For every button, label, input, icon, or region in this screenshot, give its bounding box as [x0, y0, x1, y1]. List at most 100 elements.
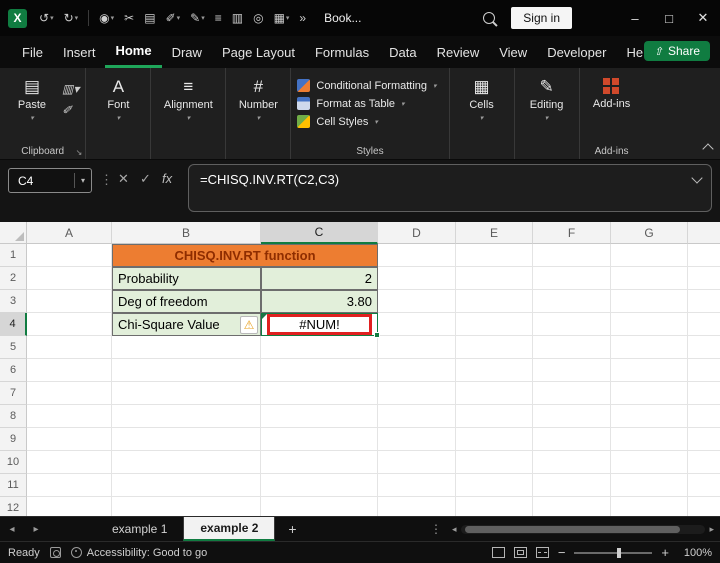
tab-file[interactable]: File: [12, 36, 53, 68]
paste-qat-button[interactable]: ▥: [228, 8, 247, 28]
search-icon[interactable]: [483, 12, 496, 24]
tab-draw[interactable]: Draw: [162, 36, 212, 68]
cell-b4[interactable]: Chi-Square Value ⚠: [112, 313, 261, 336]
touch-mode-button[interactable]: ◉ ▾: [95, 8, 118, 28]
macro-record-icon[interactable]: [49, 547, 61, 558]
sheet-tab-example-1[interactable]: example 1: [96, 517, 183, 541]
share-button[interactable]: ⇧ Share: [643, 41, 710, 61]
name-box[interactable]: C4 ▾: [8, 168, 92, 193]
add-sheet-button[interactable]: +: [275, 517, 309, 541]
sheet-nav-left-icon[interactable]: ◂: [0, 517, 24, 541]
row-header-12[interactable]: 12: [0, 497, 27, 516]
alignment-group-button[interactable]: ≡ Alignment ▾: [157, 74, 219, 143]
zoom-slider-thumb[interactable]: [616, 547, 621, 558]
format-painter-icon[interactable]: ✐: [62, 103, 79, 117]
cell-b1-title[interactable]: CHISQ.INV.RT function: [112, 244, 378, 267]
tab-review[interactable]: Review: [427, 36, 490, 68]
tab-page-layout[interactable]: Page Layout: [212, 36, 305, 68]
row-header-6[interactable]: 6: [0, 359, 27, 382]
zoom-out-button[interactable]: −: [558, 545, 566, 560]
cell-c3[interactable]: 3.80: [261, 290, 378, 313]
row-header-5[interactable]: 5: [0, 336, 27, 359]
row-header-1[interactable]: 1: [0, 244, 27, 267]
sheet-tab-example-2[interactable]: example 2: [183, 517, 276, 541]
copy-button[interactable]: ▤: [140, 8, 159, 28]
redo-button[interactable]: ↻ ▾: [60, 8, 83, 28]
cell-b3[interactable]: Deg of freedom: [112, 290, 261, 313]
cells-area[interactable]: CHISQ.INV.RT function Probability 2 Deg …: [27, 244, 720, 516]
row-header-8[interactable]: 8: [0, 405, 27, 428]
page-break-view-icon[interactable]: [535, 547, 549, 558]
maximize-button[interactable]: □: [652, 0, 686, 36]
insert-function-button[interactable]: fx: [162, 171, 172, 186]
format-painter-button[interactable]: ✐ ▾: [162, 8, 185, 28]
tab-view[interactable]: View: [489, 36, 537, 68]
column-header-e[interactable]: E: [456, 222, 533, 244]
collapse-ribbon-chevron-icon[interactable]: [702, 143, 714, 155]
normal-view-icon[interactable]: [491, 547, 505, 558]
addins-button[interactable]: Add-ins: [586, 74, 638, 143]
format-as-table-button[interactable]: Format as Table ▾: [297, 97, 436, 110]
clipboard-dialog-launcher[interactable]: ↘: [76, 148, 83, 157]
paste-special-icon[interactable]: ▥▾: [62, 82, 79, 96]
sign-in-button[interactable]: Sign in: [511, 7, 572, 29]
paste-button[interactable]: ▤ Paste ▾: [6, 74, 58, 143]
zoom-slider[interactable]: [574, 547, 653, 558]
column-header-b[interactable]: B: [112, 222, 261, 244]
row-header-10[interactable]: 10: [0, 451, 27, 474]
editing-group-button[interactable]: ✎ Editing ▾: [521, 74, 573, 143]
expand-formula-bar-chevron-icon[interactable]: [691, 172, 703, 184]
print-button[interactable]: ≡: [211, 8, 226, 28]
cell-c2[interactable]: 2: [261, 267, 378, 290]
row-header-9[interactable]: 9: [0, 428, 27, 451]
font-group-button[interactable]: A Font ▾: [92, 74, 144, 143]
column-header-c[interactable]: C: [261, 222, 378, 244]
scrollbar-track[interactable]: [460, 524, 706, 534]
column-header-f[interactable]: F: [533, 222, 611, 244]
tab-data[interactable]: Data: [379, 36, 426, 68]
draw-button[interactable]: ✎ ▾: [186, 8, 209, 28]
scrollbar-thumb[interactable]: [464, 525, 681, 533]
row-header-7[interactable]: 7: [0, 382, 27, 405]
page-layout-view-icon[interactable]: [513, 547, 527, 558]
scroll-right-icon[interactable]: ▸: [709, 524, 714, 535]
cell-c4-selected[interactable]: #NUM!: [261, 313, 380, 338]
select-all-corner[interactable]: [0, 222, 27, 244]
zoom-in-button[interactable]: +: [661, 545, 669, 560]
tab-home[interactable]: Home: [105, 36, 162, 68]
row-header-2[interactable]: 2: [0, 267, 27, 290]
tab-formulas[interactable]: Formulas: [305, 36, 379, 68]
horizontal-scrollbar[interactable]: ◂ ▸: [452, 517, 714, 541]
undo-button[interactable]: ↺ ▾: [35, 8, 58, 28]
row-header-11[interactable]: 11: [0, 474, 27, 497]
row-header-3[interactable]: 3: [0, 290, 27, 313]
fill-handle[interactable]: [374, 332, 380, 338]
cell-styles-button[interactable]: Cell Styles ▾: [297, 115, 436, 128]
formula-input[interactable]: =CHISQ.INV.RT(C2,C3): [188, 164, 712, 212]
enter-button[interactable]: ✓: [140, 171, 151, 187]
sheet-nav-right-icon[interactable]: ▸: [24, 517, 48, 541]
cancel-button[interactable]: ✕: [118, 171, 129, 187]
conditional-formatting-button[interactable]: Conditional Formatting ▾: [297, 79, 437, 92]
column-header-g[interactable]: G: [611, 222, 688, 244]
tab-insert[interactable]: Insert: [53, 36, 106, 68]
row-header-4[interactable]: 4: [0, 313, 27, 336]
qat-overflow-button[interactable]: »: [295, 8, 310, 28]
borders-button[interactable]: ▦ ▾: [270, 8, 294, 28]
column-header-a[interactable]: A: [27, 222, 112, 244]
sheet-options-dots-icon[interactable]: ⋮: [430, 517, 442, 541]
zoom-level[interactable]: 100%: [678, 547, 712, 559]
tab-developer[interactable]: Developer: [537, 36, 616, 68]
column-header-d[interactable]: D: [378, 222, 456, 244]
cut-button[interactable]: ✂: [120, 8, 138, 28]
number-group-button[interactable]: # Number ▾: [232, 74, 284, 143]
cell-b2[interactable]: Probability: [112, 267, 261, 290]
minimize-button[interactable]: –: [618, 0, 652, 36]
cells-group-button[interactable]: ▦ Cells ▾: [456, 74, 508, 143]
close-button[interactable]: ✕: [686, 0, 720, 36]
scroll-left-icon[interactable]: ◂: [452, 524, 457, 535]
excel-logo-icon[interactable]: X: [8, 8, 27, 28]
error-warning-icon[interactable]: ⚠: [240, 316, 258, 334]
camera-button[interactable]: ◎: [249, 8, 267, 28]
accessibility-status[interactable]: Accessibility: Good to go: [70, 547, 207, 559]
